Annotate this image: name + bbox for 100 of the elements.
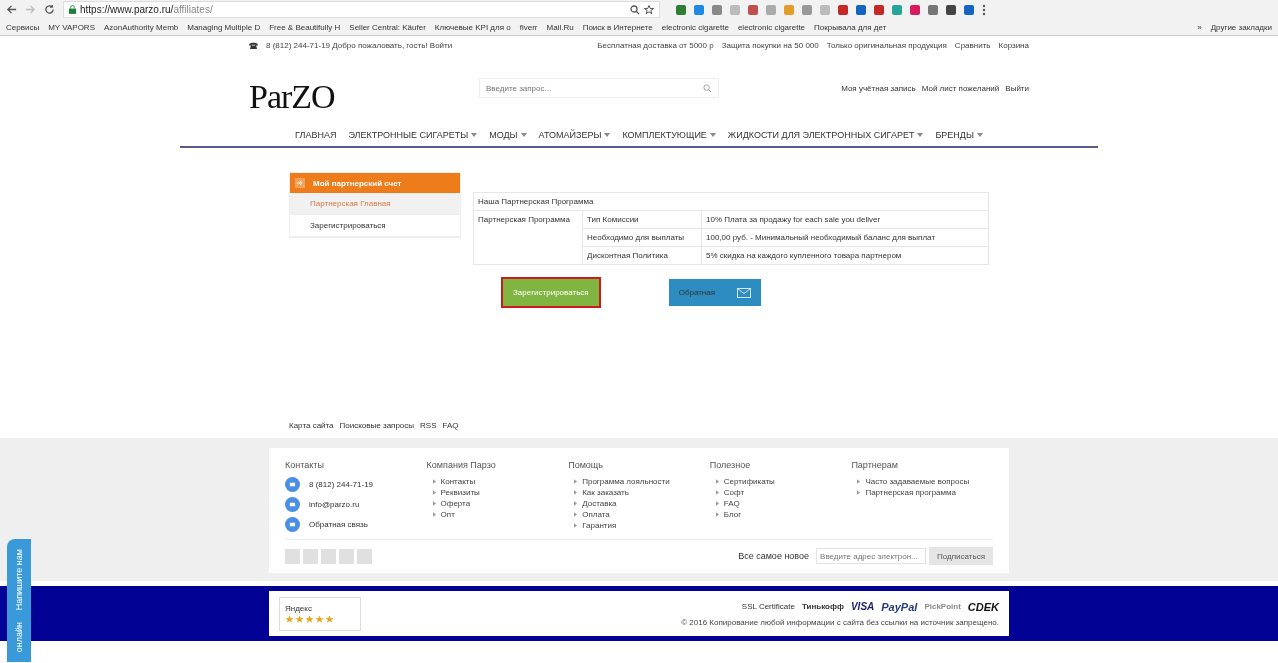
- footer-menu-link[interactable]: FAQ: [723, 499, 740, 508]
- bookmark[interactable]: Free & Beautifully H: [269, 22, 341, 32]
- footer-menu-link[interactable]: Контакты: [440, 477, 476, 486]
- caret-icon[interactable]: [604, 133, 611, 137]
- bookmark[interactable]: fiverr: [519, 22, 538, 32]
- arrow-icon: [295, 178, 305, 188]
- bookmark[interactable]: Managing Multiple D: [187, 22, 261, 32]
- email-field[interactable]: Введите адрес электрон...: [816, 548, 927, 564]
- account-link[interactable]: Выйти: [1005, 83, 1029, 93]
- contact-link[interactable]: 8 (812) 244-71-19: [309, 480, 374, 489]
- table-cell: 100,00 руб. - Минимальный необходимый баланс для выплат: [701, 228, 989, 247]
- nav-menu-item[interactable]: ГЛАВНАЯ: [295, 130, 337, 140]
- contact-link[interactable]: Обратная связь: [309, 520, 368, 529]
- address-bar[interactable]: https://www.parzo.ru/affiliates/: [63, 1, 660, 18]
- footer-menu-link[interactable]: Блог: [723, 510, 742, 519]
- footer-link[interactable]: FAQ: [442, 421, 459, 430]
- bookmark[interactable]: Mail.Ru: [546, 22, 574, 32]
- footer-menu-link[interactable]: Софт: [723, 488, 745, 497]
- extension-icon[interactable]: [676, 4, 686, 15]
- caret-icon[interactable]: [520, 133, 527, 137]
- nav-menu-item[interactable]: ЭЛЕКТРОННЫЕ СИГАРЕТЫ: [348, 130, 469, 140]
- star-icon[interactable]: [644, 4, 654, 15]
- contact-icon: [285, 497, 300, 512]
- chevron-icon: [432, 512, 436, 517]
- footer-menu-link[interactable]: Партнерская программа: [865, 488, 956, 497]
- topbar-link[interactable]: Только оригинальная продукция: [826, 41, 947, 50]
- back-icon[interactable]: [6, 4, 17, 15]
- table-cell: 10% Плата за продажу for each sale you deliver: [701, 210, 989, 229]
- account-link[interactable]: Мой лист пожеланий: [921, 83, 1000, 93]
- footer-link[interactable]: Карта сайта: [289, 421, 334, 430]
- account-link[interactable]: Моя учётная запись: [841, 83, 916, 93]
- footer-menu-link[interactable]: Программа лояльности: [582, 477, 670, 486]
- footer-link[interactable]: RSS: [420, 421, 437, 430]
- footer-menu-link[interactable]: Гарантия: [582, 521, 617, 530]
- chevron-icon: [432, 501, 436, 506]
- extension-icon[interactable]: [838, 4, 848, 15]
- star-icon: [295, 614, 304, 624]
- bookmark[interactable]: MY VAPORS: [48, 22, 95, 32]
- footer-menu-link[interactable]: Сертификаты: [723, 477, 775, 486]
- reload-icon[interactable]: [44, 4, 55, 15]
- topbar-link[interactable]: Сравнить: [954, 41, 991, 50]
- bookmark[interactable]: Сервисы: [6, 22, 40, 32]
- topbar-link[interactable]: Корзина: [998, 41, 1029, 50]
- nav-menu-item[interactable]: ЖИДКОСТИ ДЛЯ ЭЛЕКТРОННЫХ СИГАРЕТ: [727, 130, 915, 140]
- extension-icon[interactable]: [964, 4, 974, 15]
- star-icon: [285, 614, 294, 624]
- caret-icon[interactable]: [976, 133, 983, 137]
- contact-button[interactable]: Обратная: [668, 279, 761, 306]
- nav-menu-item[interactable]: БРЕНДЫ: [935, 130, 974, 140]
- topbar-link[interactable]: Бесплатная доставка от 5000 р: [597, 41, 714, 50]
- logo[interactable]: ParZO: [249, 60, 479, 116]
- footer-menu-link[interactable]: Часто задаваемые вопросы: [865, 477, 970, 486]
- chevron-icon: [574, 523, 578, 528]
- envelope-icon: [736, 287, 751, 298]
- extension-icon[interactable]: [946, 4, 956, 15]
- footer-menu-link[interactable]: Доставка: [582, 499, 617, 508]
- payment-logo: SSL Certificate: [741, 602, 795, 611]
- nav-menu-item[interactable]: АТОМАЙЗЕРЫ: [538, 130, 602, 140]
- more-bookmarks-button[interactable]: »: [1197, 22, 1202, 32]
- caret-icon[interactable]: [917, 133, 924, 137]
- bookmark[interactable]: Seller Central: Käufer: [349, 22, 426, 32]
- extension-icon[interactable]: [874, 4, 884, 15]
- nav-menu-item[interactable]: КОМПЛЕКТУЮЩИЕ: [622, 130, 707, 140]
- payment-logo: PickPoint: [924, 602, 961, 611]
- footer-menu-link[interactable]: Оплата: [582, 510, 610, 519]
- topbar-link[interactable]: Защита покупки на 50 000: [721, 41, 819, 50]
- search-field[interactable]: Введите запрос...: [479, 78, 719, 98]
- footer-heading: Полезное: [709, 460, 752, 470]
- footer-menu-link[interactable]: Как заказать: [582, 488, 629, 497]
- search-icon[interactable]: [630, 4, 640, 15]
- footer-menu-link[interactable]: Реквизиты: [440, 488, 480, 497]
- contact-link[interactable]: info@parzo.ru: [309, 500, 360, 509]
- footer-link[interactable]: Поисковые запросы: [339, 421, 415, 430]
- extension-icon[interactable]: [856, 4, 866, 15]
- chevron-icon: [715, 501, 719, 506]
- bookmark[interactable]: AzonAuthority Memb: [104, 22, 179, 32]
- sidebar-item[interactable]: Зарегистрироваться: [290, 215, 460, 237]
- bookmark[interactable]: electronic cigarette: [661, 22, 729, 32]
- extension-icon[interactable]: [910, 4, 920, 15]
- menu-icon[interactable]: [982, 3, 986, 16]
- caret-icon[interactable]: [471, 133, 478, 137]
- table-cell: Необходимо для выплаты: [582, 228, 702, 247]
- other-bookmarks-folder[interactable]: Другие закладки: [1210, 22, 1272, 32]
- bookmark[interactable]: electronic cigarette: [737, 22, 806, 32]
- chevron-icon: [574, 501, 578, 506]
- caret-icon[interactable]: [709, 133, 716, 137]
- bookmark[interactable]: Поиск в Интернете: [582, 22, 653, 32]
- footer-menu-link[interactable]: Опт: [440, 510, 455, 519]
- footer-heading: Партнерам: [851, 460, 899, 470]
- subscribe-button[interactable]: Подписаться: [929, 547, 993, 565]
- nav-menu-item[interactable]: МОДЫ: [489, 130, 518, 140]
- payment-logo: VISA: [850, 601, 875, 612]
- chevron-icon: [715, 512, 719, 517]
- extension-icon[interactable]: [928, 4, 938, 15]
- bookmark[interactable]: Покрывала для дет: [814, 22, 887, 32]
- bookmark[interactable]: Ключевые KPI для o: [434, 22, 511, 32]
- newsletter-label: Все самое новое: [738, 551, 810, 561]
- footer-menu-link[interactable]: Оферта: [440, 499, 471, 508]
- extension-icon[interactable]: [748, 4, 758, 15]
- table-cell: 5% скидка на каждого купленного товара партнером: [701, 246, 989, 265]
